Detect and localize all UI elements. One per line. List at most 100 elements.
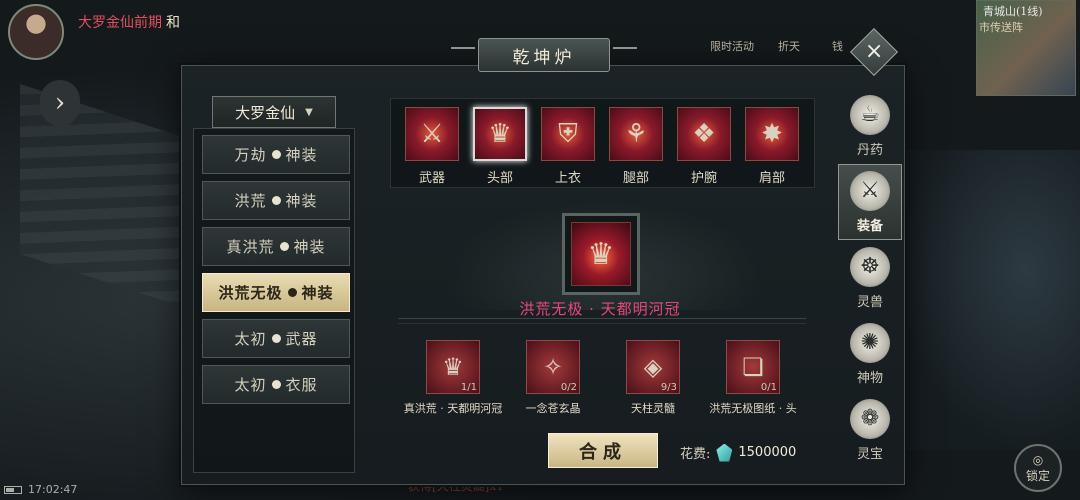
equipment-icon: ⚔ xyxy=(850,170,890,211)
tab-label: 丹药 xyxy=(856,142,883,158)
player-tag: 和 xyxy=(166,15,180,31)
material-label: 洪荒无极图纸 · 头 xyxy=(709,402,797,415)
material-count: 0/2 xyxy=(560,382,577,393)
slot-label: 腿部 xyxy=(622,171,649,186)
money-shortcut[interactable]: 钱 xyxy=(832,38,843,54)
armor-icon: ⛨ xyxy=(541,107,595,161)
pill-bowl-icon: ☕ xyxy=(850,94,890,135)
tab-equipment[interactable]: ⚔ 装备 xyxy=(838,164,902,240)
treasure-icon: ❁ xyxy=(850,398,890,439)
dot-icon xyxy=(271,150,281,159)
material-label: 一念苍玄晶 xyxy=(525,402,581,415)
player-name-text: 大罗金仙前期 xyxy=(78,15,162,31)
dot-icon xyxy=(271,380,281,389)
bracer-icon: ❖ xyxy=(677,107,731,161)
sword-icon: ⚔ xyxy=(405,107,459,161)
close-icon: × xyxy=(864,39,884,64)
divider xyxy=(398,318,806,324)
status-bar: 17:02:47 xyxy=(4,483,77,496)
slot-weapon[interactable]: ⚔ 武器 xyxy=(403,107,461,186)
material-glyph: ❏ xyxy=(742,353,764,381)
material-item[interactable]: ❏ 0/1 洪荒无极图纸 · 头 xyxy=(703,340,803,416)
slot-head[interactable]: ♛ 头部 xyxy=(471,107,529,186)
crown-icon: ♛ xyxy=(473,107,527,161)
clock-text: 17:02:47 xyxy=(28,483,78,496)
shoulder-icon: ✸ xyxy=(745,107,799,161)
slot-top[interactable]: ⛨ 上衣 xyxy=(539,107,597,186)
category-item[interactable]: 真洪荒 神装 xyxy=(202,227,350,266)
dot-icon xyxy=(287,288,297,297)
category-suffix: 衣服 xyxy=(285,376,318,394)
material-item[interactable]: ◈ 9/3 天柱灵髓 xyxy=(603,340,703,416)
category-suffix: 神装 xyxy=(293,238,326,256)
category-suffix: 武器 xyxy=(285,330,318,348)
category-suffix: 神装 xyxy=(285,192,318,210)
material-glyph: ♛ xyxy=(442,353,464,381)
zhetian-shortcut[interactable]: 折天 xyxy=(778,38,800,54)
event-shortcut[interactable]: 限时活动 xyxy=(710,38,754,54)
tab-divine-items[interactable]: ✺ 神物 xyxy=(838,316,902,392)
cost-display: 花费: 1500000 xyxy=(680,443,796,462)
category-label: 真洪荒 xyxy=(226,238,275,256)
category-label: 万劫 xyxy=(234,146,267,164)
target-item-frame[interactable]: ♛ xyxy=(562,213,640,295)
material-label: 天柱灵髓 xyxy=(631,402,675,415)
target-item-name: 洪荒无极 · 天都明河冠 xyxy=(519,300,681,318)
expand-arrow-icon[interactable]: › xyxy=(40,80,80,126)
lock-target-button[interactable]: ◎ 锁定 xyxy=(1014,444,1062,492)
crown-icon: ♛ xyxy=(571,222,631,286)
player-name: 大罗金仙前期和 xyxy=(78,12,180,32)
material-count: 9/3 xyxy=(660,382,677,393)
tab-beasts[interactable]: ☸ 灵兽 xyxy=(838,240,902,316)
chevron-down-icon: ▼ xyxy=(305,106,313,118)
slot-label: 武器 xyxy=(418,171,445,186)
category-item[interactable]: 太初 武器 xyxy=(202,319,350,358)
cost-label: 花费: xyxy=(680,447,711,462)
paw-icon: ☸ xyxy=(850,246,890,287)
tab-pills[interactable]: ☕ 丹药 xyxy=(838,88,902,164)
spirit-stone-icon xyxy=(716,443,733,462)
slot-legs[interactable]: ⚘ 腿部 xyxy=(607,107,665,186)
minimap[interactable]: 青城山(1线) 市传送阵 xyxy=(976,0,1076,96)
synthesize-button[interactable]: 合成 xyxy=(548,433,658,468)
category-suffix: 神装 xyxy=(301,284,334,302)
minimap-location: 青城山(1线) xyxy=(983,5,1043,18)
slot-shoulder[interactable]: ✸ 肩部 xyxy=(743,107,801,186)
fan-icon: ✺ xyxy=(850,322,890,363)
category-item[interactable]: 万劫 神装 xyxy=(202,135,350,174)
material-count: 1/1 xyxy=(460,382,477,393)
category-item[interactable]: 洪荒 神装 xyxy=(202,181,350,220)
scroll-icon: ❏ 0/1 xyxy=(726,340,780,394)
tab-label: 装备 xyxy=(856,218,883,234)
tab-label: 灵兽 xyxy=(856,294,883,310)
dot-icon xyxy=(271,196,281,205)
slot-bracer[interactable]: ❖ 护腕 xyxy=(675,107,733,186)
dot-icon xyxy=(279,242,289,251)
tier-dropdown[interactable]: 大罗金仙 ▼ xyxy=(212,96,336,128)
category-item-active[interactable]: 洪荒无极 神装 xyxy=(202,273,350,312)
tab-spirit-treasures[interactable]: ❁ 灵宝 xyxy=(838,392,902,468)
minimap-npc: 市传送阵 xyxy=(979,21,1023,34)
slot-label: 上衣 xyxy=(554,171,581,186)
lock-label: 锁定 xyxy=(1025,468,1050,483)
category-item[interactable]: 太初 衣服 xyxy=(202,365,350,404)
material-glyph: ✧ xyxy=(542,353,564,381)
cost-value: 1500000 xyxy=(738,445,797,460)
category-list: 万劫 神装 洪荒 神装 真洪荒 神装 洪荒无极 神装 太初 武器 太初 衣服 xyxy=(193,128,355,473)
window-title: 乾坤炉 xyxy=(451,38,637,72)
slot-label: 头部 xyxy=(486,171,513,186)
ore-icon: ◈ 9/3 xyxy=(626,340,680,394)
lock-icon: ◎ xyxy=(1032,452,1044,467)
tier-dropdown-value: 大罗金仙 xyxy=(235,103,296,122)
category-suffix: 神装 xyxy=(285,146,318,164)
tab-label: 神物 xyxy=(856,370,883,386)
category-label: 洪荒 xyxy=(234,192,267,210)
player-avatar[interactable] xyxy=(8,4,64,60)
material-item[interactable]: ✧ 0/2 一念苍玄晶 xyxy=(503,340,603,416)
dot-icon xyxy=(271,334,281,343)
slot-label: 护腕 xyxy=(690,171,717,186)
greaves-icon: ⚘ xyxy=(609,107,663,161)
category-label: 太初 xyxy=(234,376,267,394)
material-item[interactable]: ♛ 1/1 真洪荒 · 天都明河冠 xyxy=(403,340,503,416)
crown-icon: ♛ 1/1 xyxy=(426,340,480,394)
